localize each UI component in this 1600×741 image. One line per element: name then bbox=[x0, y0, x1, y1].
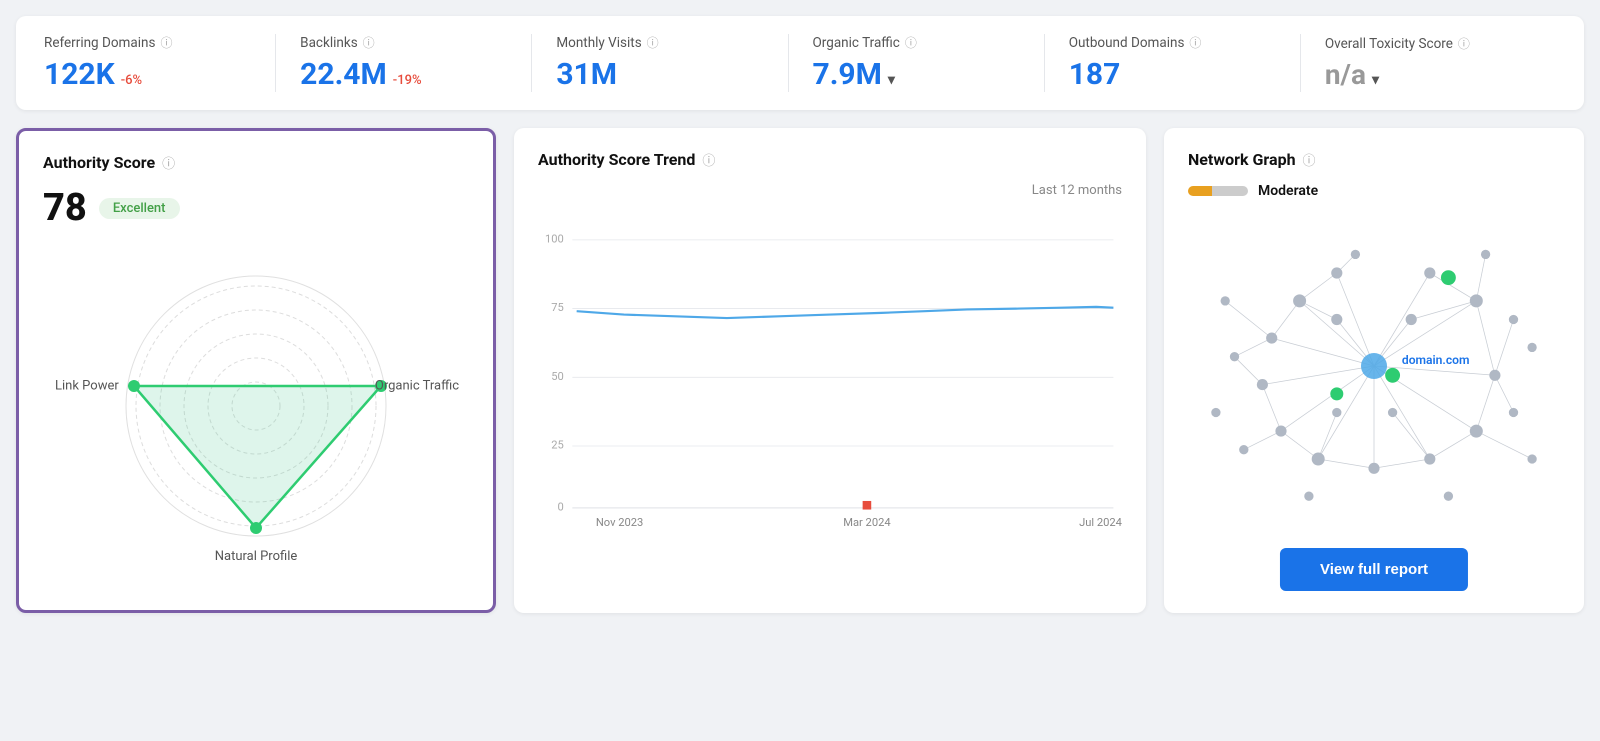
metric-organic-traffic: Organic Traffic ⓘ 7.9M ▾ bbox=[789, 34, 1045, 92]
metric-value-referring-domains: 122K -6% bbox=[44, 57, 251, 92]
metric-label-organic-traffic: Organic Traffic ⓘ bbox=[813, 34, 1020, 51]
network-legend: Moderate bbox=[1188, 183, 1560, 199]
metric-backlinks: Backlinks ⓘ 22.4M -19% bbox=[276, 34, 532, 92]
info-icon-organic-traffic[interactable]: ⓘ bbox=[905, 34, 917, 51]
authority-score-title: Authority Score ⓘ bbox=[43, 153, 469, 172]
radar-label-natural-profile: Natural Profile bbox=[215, 549, 298, 566]
metric-value-organic-traffic: 7.9M ▾ bbox=[813, 57, 1020, 92]
metric-label-referring-domains: Referring Domains ⓘ bbox=[44, 34, 251, 51]
svg-text:100: 100 bbox=[545, 232, 564, 245]
svg-text:Jul 2024: Jul 2024 bbox=[1079, 516, 1122, 529]
trend-chart-container: Last 12 months 100 75 50 25 0 bbox=[538, 183, 1122, 563]
info-icon-network[interactable]: ⓘ bbox=[1303, 150, 1316, 169]
metric-toxicity-score: Overall Toxicity Score ⓘ n/a ▾ bbox=[1301, 35, 1556, 91]
metric-label-backlinks: Backlinks ⓘ bbox=[300, 34, 507, 51]
metric-label-toxicity-score: Overall Toxicity Score ⓘ bbox=[1325, 35, 1532, 52]
info-icon-referring-domains[interactable]: ⓘ bbox=[160, 34, 172, 51]
radar-chart: Link Power Organic Traffic Natural Profi… bbox=[43, 246, 469, 566]
metric-value-outbound-domains: 187 bbox=[1069, 57, 1276, 92]
authority-trend-card: Authority Score Trend ⓘ Last 12 months 1… bbox=[514, 128, 1146, 613]
info-icon-outbound-domains[interactable]: ⓘ bbox=[1189, 34, 1201, 51]
svg-text:domain.com: domain.com bbox=[1402, 353, 1470, 367]
radar-label-link-power: Link Power bbox=[55, 378, 119, 395]
radar-label-organic-traffic: Organic Traffic bbox=[375, 378, 459, 395]
info-icon-trend[interactable]: ⓘ bbox=[702, 150, 715, 169]
metric-outbound-domains: Outbound Domains ⓘ 187 bbox=[1045, 34, 1301, 92]
info-icon-backlinks[interactable]: ⓘ bbox=[363, 34, 375, 51]
authority-score-badge: Excellent bbox=[99, 198, 180, 219]
radar-svg bbox=[106, 256, 406, 556]
svg-text:Mar 2024: Mar 2024 bbox=[843, 516, 891, 529]
network-svg: domain.com bbox=[1188, 211, 1560, 521]
top-metrics-bar: Referring Domains ⓘ 122K -6% Backlinks ⓘ… bbox=[16, 16, 1584, 110]
info-icon-authority-score[interactable]: ⓘ bbox=[162, 153, 175, 172]
metric-monthly-visits: Monthly Visits ⓘ 31M bbox=[532, 34, 788, 92]
info-icon-monthly-visits[interactable]: ⓘ bbox=[647, 34, 659, 51]
svg-text:Nov 2023: Nov 2023 bbox=[596, 516, 644, 529]
metric-value-backlinks: 22.4M -19% bbox=[300, 57, 507, 92]
network-graph-title: Network Graph ⓘ bbox=[1188, 150, 1560, 169]
view-full-report-button[interactable]: View full report bbox=[1280, 548, 1468, 591]
metric-value-monthly-visits: 31M bbox=[556, 57, 763, 92]
network-graph-card: Network Graph ⓘ Moderate bbox=[1164, 128, 1584, 613]
network-graph-container: domain.com View full report bbox=[1188, 211, 1560, 591]
metric-label-outbound-domains: Outbound Domains ⓘ bbox=[1069, 34, 1276, 51]
svg-text:50: 50 bbox=[551, 370, 564, 383]
metric-value-toxicity-score: n/a ▾ bbox=[1325, 58, 1532, 91]
main-grid: Authority Score ⓘ 78 Excellent bbox=[16, 128, 1584, 613]
authority-trend-title: Authority Score Trend ⓘ bbox=[538, 150, 1122, 169]
legend-text: Moderate bbox=[1258, 183, 1318, 199]
metric-referring-domains: Referring Domains ⓘ 122K -6% bbox=[44, 34, 276, 92]
authority-score-value: 78 Excellent bbox=[43, 186, 469, 230]
svg-text:75: 75 bbox=[551, 301, 564, 314]
svg-text:0: 0 bbox=[557, 500, 563, 513]
trend-period-label: Last 12 months bbox=[1032, 183, 1122, 198]
svg-text:25: 25 bbox=[551, 439, 564, 452]
legend-bar bbox=[1188, 186, 1248, 196]
info-icon-toxicity-score[interactable]: ⓘ bbox=[1458, 35, 1470, 52]
metric-label-monthly-visits: Monthly Visits ⓘ bbox=[556, 34, 763, 51]
trend-chart-svg: 100 75 50 25 0 Nov 2023 Mar 2024 bbox=[538, 183, 1122, 563]
authority-score-card: Authority Score ⓘ 78 Excellent bbox=[16, 128, 496, 613]
